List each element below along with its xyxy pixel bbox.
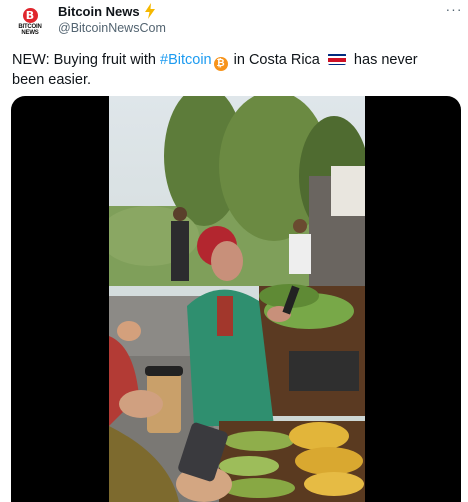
author-display-name[interactable]: Bitcoin News <box>58 4 140 19</box>
tweet-card: B BITCOIN NEWS Bitcoin News @BitcoinNews… <box>0 0 468 502</box>
avatar[interactable]: B BITCOIN NEWS <box>12 4 48 40</box>
hashtag-link[interactable]: #Bitcoin <box>160 52 212 68</box>
bitcoin-icon: ₿ <box>213 57 228 71</box>
tweet-text-prefix: NEW: Buying fruit with <box>12 52 161 68</box>
costa-rica-flag-icon <box>327 53 346 65</box>
lightning-bolt-icon <box>144 3 156 19</box>
more-options-icon[interactable]: ··· <box>444 2 464 20</box>
video-player[interactable] <box>11 96 461 502</box>
author-handle[interactable]: @BitcoinNewsCom <box>58 21 166 35</box>
tweet-text: NEW: Buying fruit with #Bitcoin ₿ in Cost… <box>12 51 452 89</box>
author-name-row: Bitcoin News <box>58 3 156 19</box>
tweet-text-middle: in Costa Rica <box>229 52 324 68</box>
video-thumbnail <box>109 96 365 502</box>
avatar-logo-icon: B <box>22 8 38 23</box>
avatar-wordmark: BITCOIN NEWS <box>18 24 42 36</box>
